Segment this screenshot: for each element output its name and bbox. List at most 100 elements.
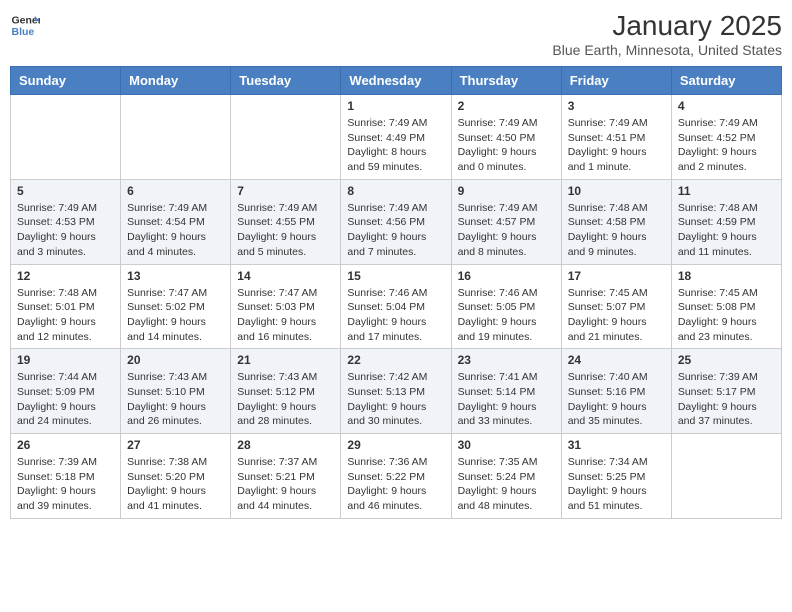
logo: General Blue: [10, 10, 40, 40]
day-info: Sunrise: 7:49 AM Sunset: 4:55 PM Dayligh…: [237, 201, 334, 260]
day-info: Sunrise: 7:45 AM Sunset: 5:08 PM Dayligh…: [678, 286, 775, 345]
calendar-cell: 10 Sunrise: 7:48 AM Sunset: 4:58 PM Dayli…: [561, 179, 671, 264]
day-info: Sunrise: 7:49 AM Sunset: 4:54 PM Dayligh…: [127, 201, 224, 260]
day-info: Sunrise: 7:43 AM Sunset: 5:12 PM Dayligh…: [237, 370, 334, 429]
day-info: Sunrise: 7:37 AM Sunset: 5:21 PM Dayligh…: [237, 455, 334, 514]
day-number: 20: [127, 353, 224, 367]
day-number: 23: [458, 353, 555, 367]
day-info: Sunrise: 7:49 AM Sunset: 4:49 PM Dayligh…: [347, 116, 444, 175]
day-info: Sunrise: 7:43 AM Sunset: 5:10 PM Dayligh…: [127, 370, 224, 429]
day-number: 8: [347, 184, 444, 198]
calendar-cell: 19 Sunrise: 7:44 AM Sunset: 5:09 PM Dayli…: [11, 349, 121, 434]
day-info: Sunrise: 7:46 AM Sunset: 5:05 PM Dayligh…: [458, 286, 555, 345]
title-block: January 2025 Blue Earth, Minnesota, Unit…: [552, 10, 782, 58]
calendar-title: January 2025: [552, 10, 782, 42]
day-info: Sunrise: 7:49 AM Sunset: 4:51 PM Dayligh…: [568, 116, 665, 175]
calendar-subtitle: Blue Earth, Minnesota, United States: [552, 42, 782, 58]
header-thursday: Thursday: [451, 67, 561, 95]
day-info: Sunrise: 7:38 AM Sunset: 5:20 PM Dayligh…: [127, 455, 224, 514]
day-number: 6: [127, 184, 224, 198]
day-number: 10: [568, 184, 665, 198]
calendar-cell: 17 Sunrise: 7:45 AM Sunset: 5:07 PM Dayli…: [561, 264, 671, 349]
calendar-cell: 13 Sunrise: 7:47 AM Sunset: 5:02 PM Dayli…: [121, 264, 231, 349]
day-number: 11: [678, 184, 775, 198]
calendar-cell: 25Sunrise: 7:39 AM Sunset: 5:17 PM Dayli…: [671, 349, 781, 434]
calendar-cell: 14 Sunrise: 7:47 AM Sunset: 5:03 PM Dayli…: [231, 264, 341, 349]
day-info: Sunrise: 7:47 AM Sunset: 5:03 PM Dayligh…: [237, 286, 334, 345]
day-number: 19: [17, 353, 114, 367]
day-number: 28: [237, 438, 334, 452]
day-number: 16: [458, 269, 555, 283]
calendar-cell: 11 Sunrise: 7:48 AM Sunset: 4:59 PM Dayli…: [671, 179, 781, 264]
day-number: 4: [678, 99, 775, 113]
logo-icon: General Blue: [10, 10, 40, 40]
weekday-header-row: Sunday Monday Tuesday Wednesday Thursday…: [11, 67, 782, 95]
day-number: 30: [458, 438, 555, 452]
calendar-cell: 21 Sunrise: 7:43 AM Sunset: 5:12 PM Dayli…: [231, 349, 341, 434]
calendar-week-row: 26 Sunrise: 7:39 AM Sunset: 5:18 PM Dayli…: [11, 434, 782, 519]
day-info: Sunrise: 7:36 AM Sunset: 5:22 PM Dayligh…: [347, 455, 444, 514]
day-number: 2: [458, 99, 555, 113]
day-number: 14: [237, 269, 334, 283]
svg-text:Blue: Blue: [12, 26, 35, 38]
calendar-week-row: 1 Sunrise: 7:49 AM Sunset: 4:49 PM Daylig…: [11, 95, 782, 180]
day-number: 31: [568, 438, 665, 452]
calendar-week-row: 12Sunrise: 7:48 AM Sunset: 5:01 PM Dayli…: [11, 264, 782, 349]
calendar-cell: 1 Sunrise: 7:49 AM Sunset: 4:49 PM Daylig…: [341, 95, 451, 180]
day-info: Sunrise: 7:45 AM Sunset: 5:07 PM Dayligh…: [568, 286, 665, 345]
day-number: 7: [237, 184, 334, 198]
day-info: Sunrise: 7:47 AM Sunset: 5:02 PM Dayligh…: [127, 286, 224, 345]
calendar-cell: 30Sunrise: 7:35 AM Sunset: 5:24 PM Dayli…: [451, 434, 561, 519]
day-number: 15: [347, 269, 444, 283]
header-wednesday: Wednesday: [341, 67, 451, 95]
day-info: Sunrise: 7:39 AM Sunset: 5:17 PM Dayligh…: [678, 370, 775, 429]
calendar-cell: 8 Sunrise: 7:49 AM Sunset: 4:56 PM Daylig…: [341, 179, 451, 264]
calendar-cell: [231, 95, 341, 180]
day-info: Sunrise: 7:49 AM Sunset: 4:57 PM Dayligh…: [458, 201, 555, 260]
calendar-cell: 16 Sunrise: 7:46 AM Sunset: 5:05 PM Dayli…: [451, 264, 561, 349]
header-tuesday: Tuesday: [231, 67, 341, 95]
header-monday: Monday: [121, 67, 231, 95]
day-number: 22: [347, 353, 444, 367]
day-info: Sunrise: 7:39 AM Sunset: 5:18 PM Dayligh…: [17, 455, 114, 514]
calendar-cell: 9 Sunrise: 7:49 AM Sunset: 4:57 PM Daylig…: [451, 179, 561, 264]
day-number: 24: [568, 353, 665, 367]
calendar-table: Sunday Monday Tuesday Wednesday Thursday…: [10, 66, 782, 519]
header-friday: Friday: [561, 67, 671, 95]
day-number: 3: [568, 99, 665, 113]
day-info: Sunrise: 7:40 AM Sunset: 5:16 PM Dayligh…: [568, 370, 665, 429]
day-number: 26: [17, 438, 114, 452]
calendar-cell: [671, 434, 781, 519]
day-number: 9: [458, 184, 555, 198]
day-info: Sunrise: 7:49 AM Sunset: 4:56 PM Dayligh…: [347, 201, 444, 260]
calendar-cell: 12Sunrise: 7:48 AM Sunset: 5:01 PM Dayli…: [11, 264, 121, 349]
day-number: 12: [17, 269, 114, 283]
day-info: Sunrise: 7:42 AM Sunset: 5:13 PM Dayligh…: [347, 370, 444, 429]
day-number: 17: [568, 269, 665, 283]
header-saturday: Saturday: [671, 67, 781, 95]
calendar-cell: 24 Sunrise: 7:40 AM Sunset: 5:16 PM Dayli…: [561, 349, 671, 434]
calendar-cell: 20 Sunrise: 7:43 AM Sunset: 5:10 PM Dayli…: [121, 349, 231, 434]
calendar-cell: 5 Sunrise: 7:49 AM Sunset: 4:53 PM Daylig…: [11, 179, 121, 264]
day-info: Sunrise: 7:46 AM Sunset: 5:04 PM Dayligh…: [347, 286, 444, 345]
day-info: Sunrise: 7:48 AM Sunset: 4:58 PM Dayligh…: [568, 201, 665, 260]
calendar-cell: 2Sunrise: 7:49 AM Sunset: 4:50 PM Daylig…: [451, 95, 561, 180]
day-number: 1: [347, 99, 444, 113]
day-number: 5: [17, 184, 114, 198]
calendar-cell: 22 Sunrise: 7:42 AM Sunset: 5:13 PM Dayli…: [341, 349, 451, 434]
calendar-cell: 28 Sunrise: 7:37 AM Sunset: 5:21 PM Dayli…: [231, 434, 341, 519]
day-info: Sunrise: 7:49 AM Sunset: 4:53 PM Dayligh…: [17, 201, 114, 260]
day-info: Sunrise: 7:34 AM Sunset: 5:25 PM Dayligh…: [568, 455, 665, 514]
day-info: Sunrise: 7:48 AM Sunset: 4:59 PM Dayligh…: [678, 201, 775, 260]
day-info: Sunrise: 7:44 AM Sunset: 5:09 PM Dayligh…: [17, 370, 114, 429]
calendar-cell: 23Sunrise: 7:41 AM Sunset: 5:14 PM Dayli…: [451, 349, 561, 434]
calendar-week-row: 19 Sunrise: 7:44 AM Sunset: 5:09 PM Dayli…: [11, 349, 782, 434]
calendar-cell: 3 Sunrise: 7:49 AM Sunset: 4:51 PM Daylig…: [561, 95, 671, 180]
calendar-cell: 7 Sunrise: 7:49 AM Sunset: 4:55 PM Daylig…: [231, 179, 341, 264]
day-number: 27: [127, 438, 224, 452]
calendar-cell: 31 Sunrise: 7:34 AM Sunset: 5:25 PM Dayli…: [561, 434, 671, 519]
day-number: 21: [237, 353, 334, 367]
calendar-cell: 18Sunrise: 7:45 AM Sunset: 5:08 PM Dayli…: [671, 264, 781, 349]
calendar-cell: [11, 95, 121, 180]
day-number: 13: [127, 269, 224, 283]
